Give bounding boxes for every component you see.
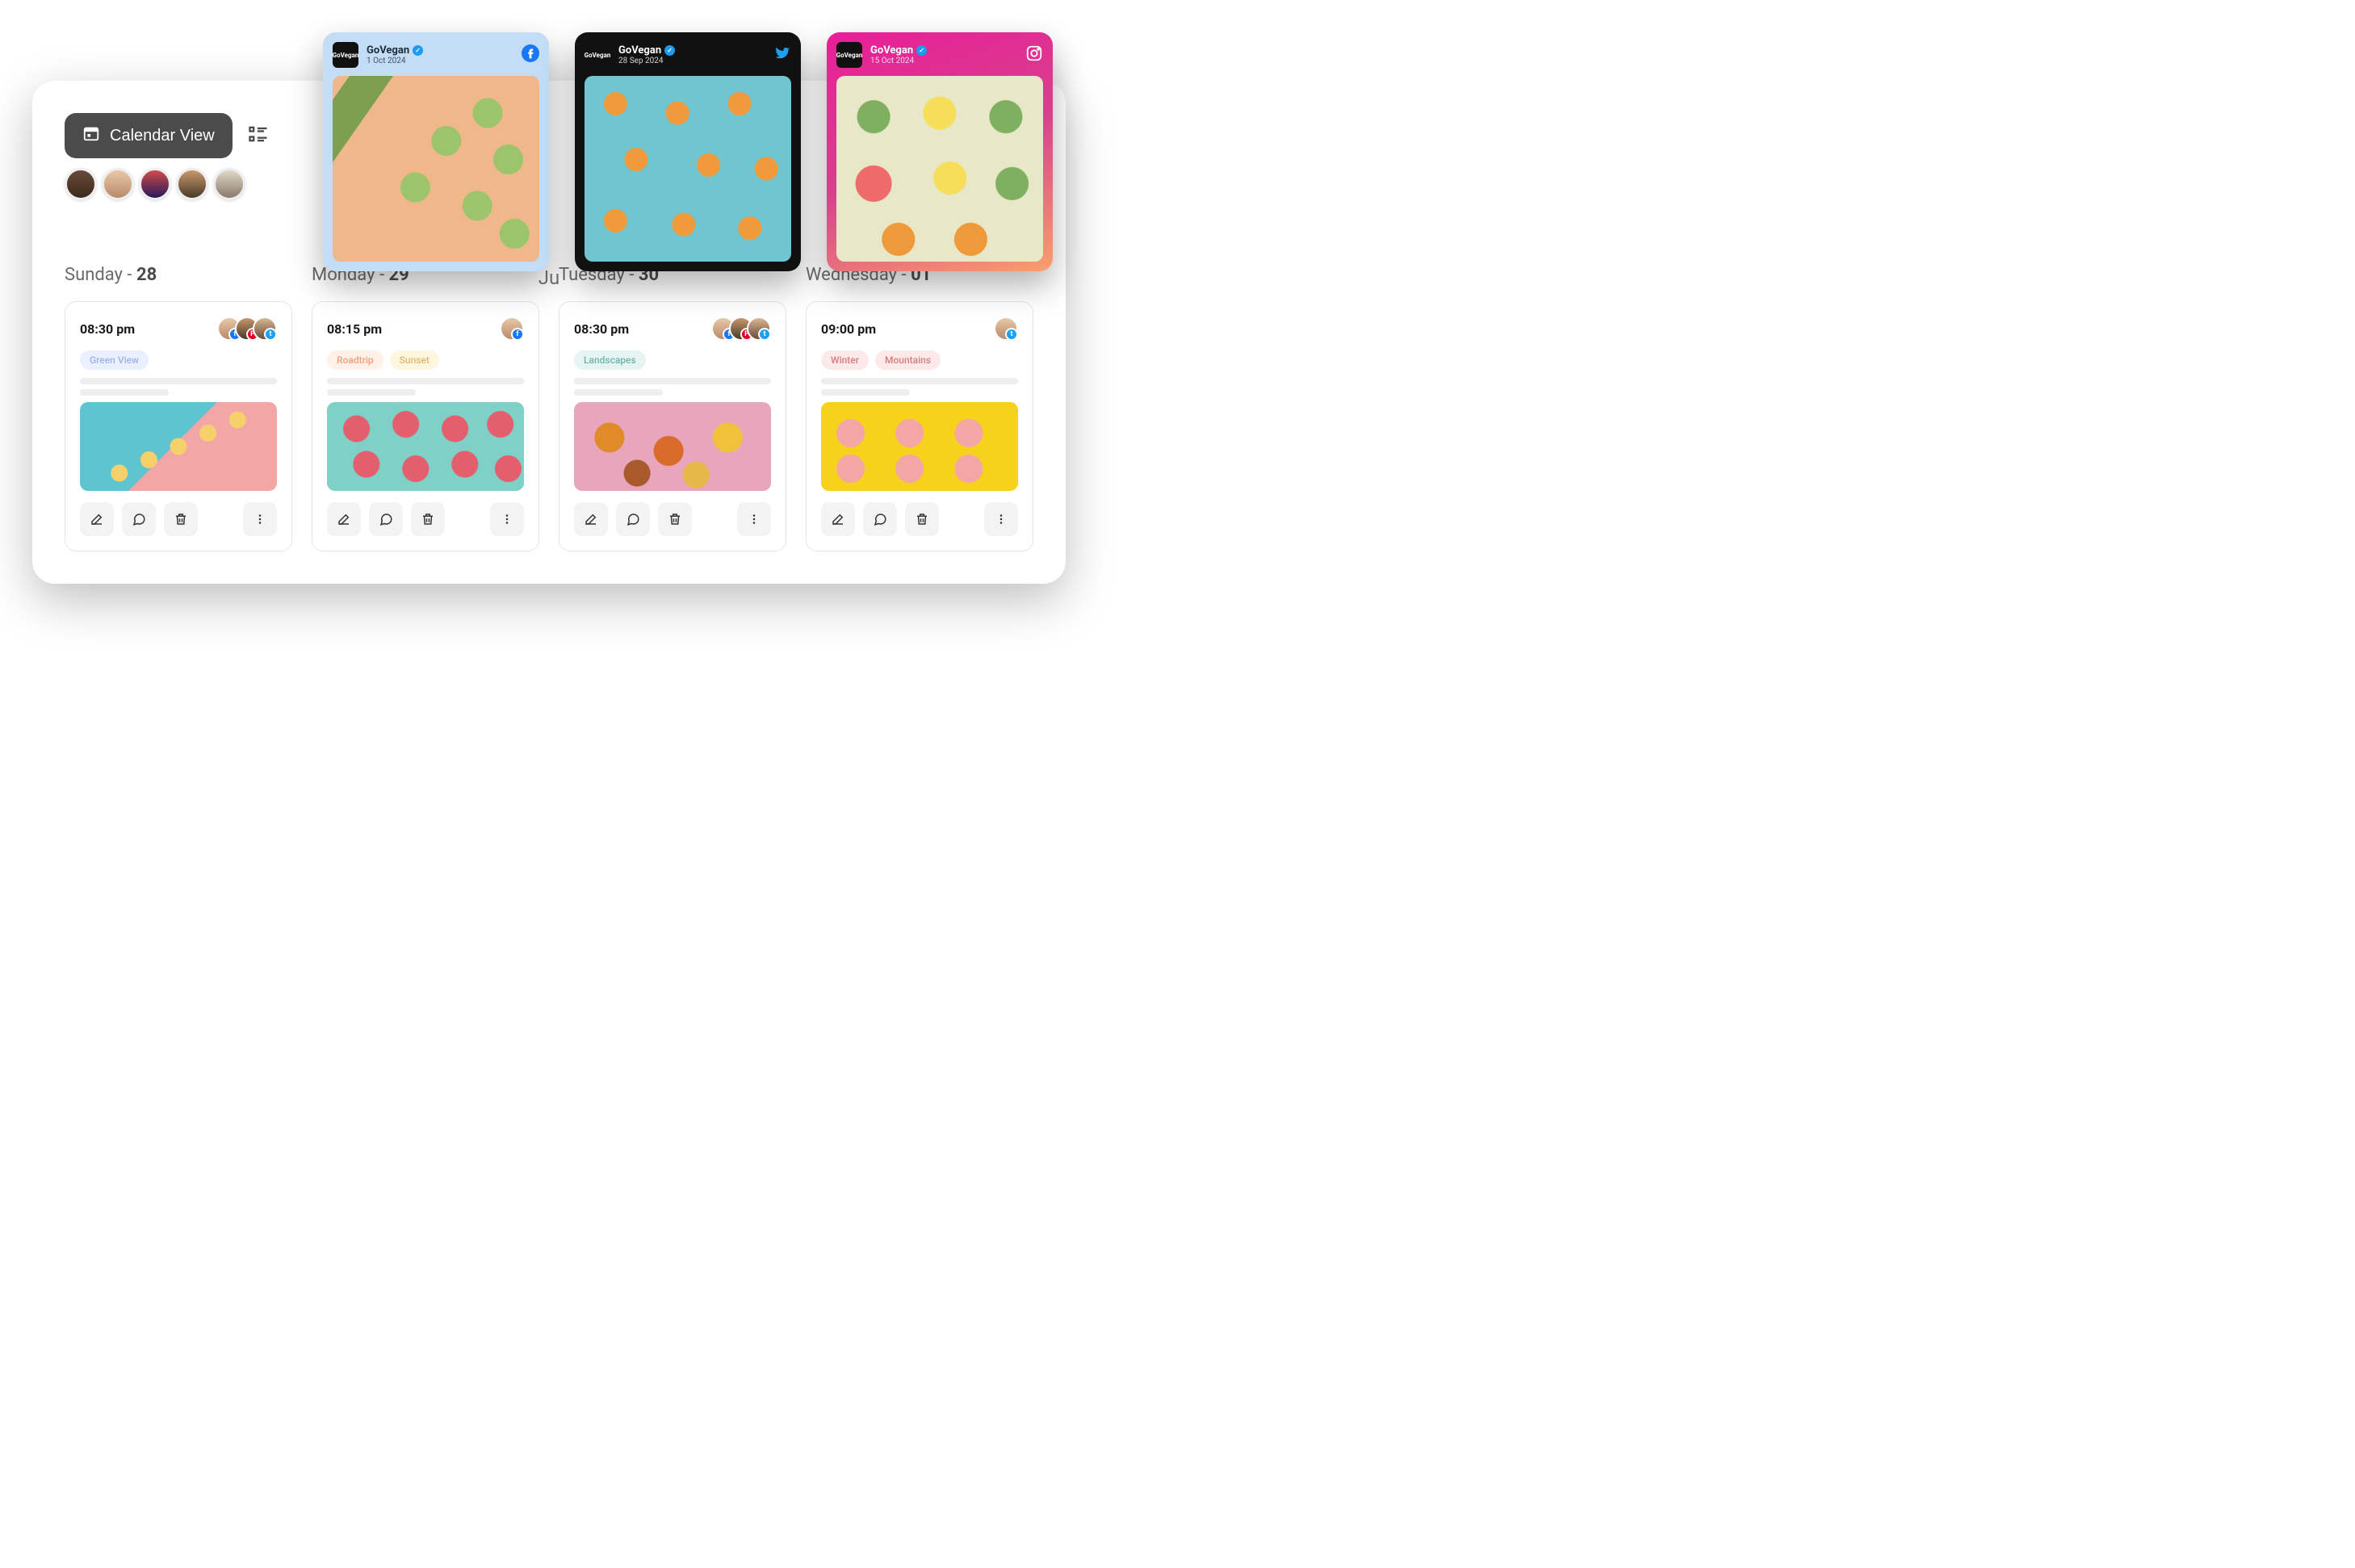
delete-button[interactable]: [164, 502, 198, 536]
post-body-placeholder: [327, 378, 524, 396]
edit-button[interactable]: [327, 502, 361, 536]
more-button[interactable]: [737, 502, 771, 536]
post-time: 09:00 pm: [821, 321, 876, 337]
delete-button[interactable]: [905, 502, 939, 536]
day-label: Sunday: [65, 265, 123, 285]
user-avatar[interactable]: [213, 168, 245, 200]
preview-card-instagram[interactable]: GoVegan GoVegan✓ 15 Oct 2024: [827, 32, 1053, 271]
post-tags: Green View: [80, 350, 277, 370]
verified-badge-icon: ✓: [413, 45, 423, 56]
edit-button[interactable]: [821, 502, 855, 536]
more-button[interactable]: [490, 502, 524, 536]
assignee-avatar[interactable]: t: [747, 317, 771, 341]
post-actions: [574, 502, 771, 536]
post-card[interactable]: 08:15 pm f Roadtrip Sunset: [312, 301, 539, 551]
more-button[interactable]: [243, 502, 277, 536]
post-avatars: fPt: [718, 317, 771, 341]
tag[interactable]: Mountains: [875, 350, 941, 370]
comment-button[interactable]: [863, 502, 897, 536]
brand-name: GoVegan: [618, 44, 661, 57]
post-card[interactable]: 08:30 pm fPt Green View: [65, 301, 292, 551]
user-avatar[interactable]: [176, 168, 208, 200]
comment-button[interactable]: [616, 502, 650, 536]
day-number: 28: [136, 265, 157, 285]
post-actions: [327, 502, 524, 536]
brand-logo: GoVegan: [585, 42, 610, 68]
more-button[interactable]: [984, 502, 1018, 536]
tag[interactable]: Winter: [821, 350, 869, 370]
facebook-icon: [522, 44, 539, 65]
post-body-placeholder: [80, 378, 277, 396]
instagram-icon: [1025, 44, 1043, 65]
day-column: Tuesday - 30 08:30 pm fPt Landscapes: [559, 265, 786, 551]
preview-image: [836, 76, 1043, 262]
verified-badge-icon: ✓: [916, 45, 927, 56]
post-date: 28 Sep 2024: [618, 57, 675, 65]
post-tags: Landscapes: [574, 350, 771, 370]
edit-button[interactable]: [574, 502, 608, 536]
brand-name: GoVegan: [367, 44, 409, 57]
comment-button[interactable]: [369, 502, 403, 536]
post-avatars: f: [506, 317, 524, 341]
day-column: Sunday - 28 08:30 pm fPt Green View: [65, 265, 292, 551]
post-time: 08:30 pm: [80, 321, 135, 337]
assignee-avatar[interactable]: t: [994, 317, 1018, 341]
post-card[interactable]: 08:30 pm fPt Landscapes: [559, 301, 786, 551]
post-tags: Roadtrip Sunset: [327, 350, 524, 370]
day-column: Monday - 29 08:15 pm f RoadtripSunset: [312, 265, 539, 551]
tag[interactable]: Landscapes: [574, 350, 646, 370]
calendar-view-label: Calendar View: [110, 127, 215, 145]
delete-button[interactable]: [658, 502, 692, 536]
days-grid: Sunday - 28 08:30 pm fPt Green View Mond…: [65, 265, 1033, 551]
fb-badge-icon: f: [511, 328, 524, 341]
brand-logo: GoVegan: [836, 42, 862, 68]
post-avatars: fPt: [224, 317, 277, 341]
post-image: [821, 402, 1018, 491]
post-actions: [80, 502, 277, 536]
post-time: 08:15 pm: [327, 321, 382, 337]
day-header: Sunday - 28: [65, 265, 292, 285]
preview-card-facebook[interactable]: GoVegan GoVegan ✓ 1 Oct 2024: [323, 32, 549, 271]
post-avatars: t: [1000, 317, 1018, 341]
post-body-placeholder: [574, 378, 771, 396]
post-image: [80, 402, 277, 491]
preview-image: [333, 76, 539, 262]
post-image: [574, 402, 771, 491]
user-avatar[interactable]: [102, 168, 134, 200]
twitter-icon: [773, 44, 791, 65]
tw-badge-icon: t: [264, 328, 277, 341]
post-time: 08:30 pm: [574, 321, 629, 337]
assignee-avatar[interactable]: f: [500, 317, 524, 341]
tw-badge-icon: t: [1005, 328, 1018, 341]
user-avatar[interactable]: [65, 168, 97, 200]
brand-logo: GoVegan: [333, 42, 358, 68]
verified-badge-icon: ✓: [664, 45, 675, 56]
comment-button[interactable]: [122, 502, 156, 536]
edit-button[interactable]: [80, 502, 114, 536]
preview-image: [585, 76, 791, 262]
post-body-placeholder: [821, 378, 1018, 396]
post-image: [327, 402, 524, 491]
calendar-icon: [82, 124, 100, 147]
assignee-avatar[interactable]: t: [253, 317, 277, 341]
calendar-view-button[interactable]: Calendar View: [65, 113, 233, 158]
post-actions: [821, 502, 1018, 536]
list-view-icon[interactable]: [247, 123, 270, 149]
tag[interactable]: Sunset: [390, 350, 439, 370]
tag[interactable]: Green View: [80, 350, 149, 370]
day-column: Wednesday - 01 09:00 pm t WinterMountain…: [806, 265, 1033, 551]
tag[interactable]: Roadtrip: [327, 350, 383, 370]
post-tags: Winter Mountains: [821, 350, 1018, 370]
post-date: 1 Oct 2024: [367, 57, 423, 65]
delete-button[interactable]: [411, 502, 445, 536]
preview-card-twitter[interactable]: GoVegan GoVegan✓ 28 Sep 2024: [575, 32, 801, 271]
app-panel: Calendar View Ju GoVegan GoVegan✓ 1 Oct …: [32, 81, 1066, 584]
tw-badge-icon: t: [758, 328, 771, 341]
user-avatar[interactable]: [139, 168, 171, 200]
floating-previews: GoVegan GoVegan✓ 1 Oct 2024 GoVegan GoVe…: [323, 32, 1053, 271]
post-date: 15 Oct 2024: [870, 57, 927, 65]
post-card[interactable]: 09:00 pm t Winter Mountains: [806, 301, 1033, 551]
brand-name: GoVegan: [870, 44, 913, 57]
